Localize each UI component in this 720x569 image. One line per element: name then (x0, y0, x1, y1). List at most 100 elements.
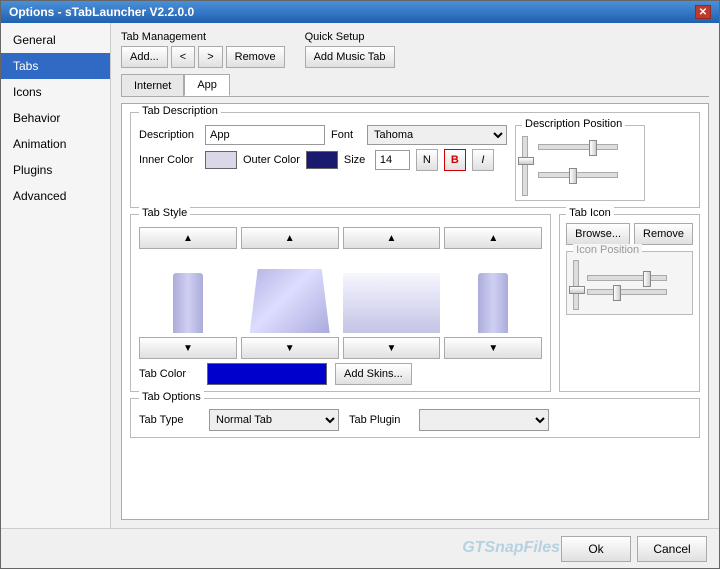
sidebar-item-tabs[interactable]: Tabs (1, 53, 110, 79)
tab-app[interactable]: App (184, 74, 230, 96)
size-input[interactable] (375, 150, 410, 170)
sidebar-item-behavior[interactable]: Behavior (1, 105, 110, 131)
add-button[interactable]: Add... (121, 46, 168, 68)
sidebar-item-plugins[interactable]: Plugins (1, 157, 110, 183)
remove-button[interactable]: Remove (226, 46, 285, 68)
next-button[interactable]: > (198, 46, 222, 68)
h-slider-bottom-thumb (569, 168, 577, 184)
icon-h-slider-bottom[interactable] (587, 289, 667, 295)
h-slider-top-thumb (589, 140, 597, 156)
quick-setup-buttons: Add Music Tab (305, 46, 395, 68)
style-down-3[interactable] (343, 337, 441, 359)
inner-color-picker[interactable] (205, 151, 237, 169)
content-area: Tab Management Add... < > Remove Quick S… (111, 23, 719, 528)
bold-style-button[interactable]: B (444, 149, 466, 171)
quick-setup-group: Quick Setup Add Music Tab (305, 31, 395, 68)
icon-h-slider-top[interactable] (587, 275, 667, 281)
main-area: General Tabs Icons Behavior Animation Pl… (1, 23, 719, 528)
normal-style-button[interactable]: N (416, 149, 438, 171)
style-up-2[interactable] (241, 227, 339, 249)
cancel-button[interactable]: Cancel (637, 536, 707, 562)
horizontal-slider-bottom[interactable] (538, 172, 618, 178)
style-icon-row: Tab Style (130, 214, 700, 392)
icon-position-box: Icon Position (566, 251, 693, 315)
style-up-1[interactable] (139, 227, 237, 249)
tab-shape-narrow-left (173, 273, 203, 333)
tab-description-section: Tab Description Description Font Tahoma … (130, 112, 700, 208)
color-row: Inner Color Outer Color Size N B I (139, 149, 507, 171)
tab-style-title: Tab Style (139, 207, 190, 219)
tab-preview-3 (343, 253, 441, 333)
tab-description-title: Tab Description (139, 105, 221, 117)
tab-type-select[interactable]: Normal Tab (209, 409, 339, 431)
title-bar: Options - sTabLauncher V2.2.0.0 ✕ (1, 1, 719, 23)
tab-plugin-label: Tab Plugin (349, 414, 409, 426)
sidebar-item-icons[interactable]: Icons (1, 79, 110, 105)
tab-style-section: Tab Style (130, 214, 551, 392)
tab-color-picker[interactable] (207, 363, 327, 385)
icon-sliders-area (573, 256, 686, 310)
app-panel: Tab Description Description Font Tahoma … (121, 103, 709, 520)
main-window: Options - sTabLauncher V2.2.0.0 ✕ Genera… (0, 0, 720, 569)
tab-shape-wide-center (250, 253, 330, 333)
font-select[interactable]: Tahoma Arial Segoe UI (367, 125, 507, 145)
tab-preview-2 (241, 253, 339, 333)
style-down-4[interactable] (444, 337, 542, 359)
h-sliders (538, 136, 618, 196)
sidebar-item-general[interactable]: General (1, 27, 110, 53)
prev-button[interactable]: < (171, 46, 195, 68)
style-down-1[interactable] (139, 337, 237, 359)
desc-label: Description (139, 129, 199, 141)
icon-buttons: Browse... Remove (566, 223, 693, 245)
font-label: Font (331, 129, 361, 141)
tab-color-label: Tab Color (139, 368, 199, 380)
tab-preview-1 (139, 253, 237, 333)
italic-style-button[interactable]: I (472, 149, 494, 171)
tab-options-row: Tab Type Normal Tab Tab Plugin (139, 405, 691, 431)
tab-options-section: Tab Options Tab Type Normal Tab Tab Plug… (130, 398, 700, 438)
style-down-2[interactable] (241, 337, 339, 359)
tab-management-label: Tab Management (121, 31, 285, 43)
desc-position-title: Description Position (522, 118, 625, 130)
add-music-tab-button[interactable]: Add Music Tab (305, 46, 395, 68)
outer-color-picker[interactable] (306, 151, 338, 169)
tab-preview-4 (444, 253, 542, 333)
close-button[interactable]: ✕ (695, 5, 711, 19)
style-up-4[interactable] (444, 227, 542, 249)
outer-color-label: Outer Color (243, 154, 300, 166)
icon-position-title: Icon Position (573, 244, 642, 256)
desc-position-sliders (522, 130, 638, 196)
tab-internet[interactable]: Internet (121, 74, 184, 96)
desc-position-box: Description Position (515, 125, 645, 201)
icon-h-thumb-bottom (613, 285, 621, 301)
icon-h-thumb-top (643, 271, 651, 287)
remove-icon-button[interactable]: Remove (634, 223, 693, 245)
style-up-3[interactable] (343, 227, 441, 249)
icon-v-thumb (569, 286, 585, 294)
tab-plugin-select[interactable] (419, 409, 549, 431)
desc-input[interactable] (205, 125, 325, 145)
ok-button[interactable]: Ok (561, 536, 631, 562)
browse-icon-button[interactable]: Browse... (566, 223, 630, 245)
tab-style-content: Tab Color Add Skins... (139, 221, 542, 385)
tab-preview-row (139, 253, 542, 333)
vertical-slider-col (522, 136, 528, 196)
window-title: Options - sTabLauncher V2.2.0.0 (9, 5, 194, 19)
up-arrows-row (139, 227, 542, 249)
tab-options-title: Tab Options (139, 391, 204, 403)
tab-management-buttons: Add... < > Remove (121, 46, 285, 68)
add-skins-button[interactable]: Add Skins... (335, 363, 412, 385)
quick-setup-label: Quick Setup (305, 31, 395, 43)
icon-v-slider-col (573, 260, 579, 310)
vertical-slider-track[interactable] (522, 136, 528, 196)
sidebar-item-advanced[interactable]: Advanced (1, 183, 110, 209)
tab-color-row: Tab Color Add Skins... (139, 363, 542, 385)
horizontal-slider-top[interactable] (538, 144, 618, 150)
sidebar-item-animation[interactable]: Animation (1, 131, 110, 157)
sidebar: General Tabs Icons Behavior Animation Pl… (1, 23, 111, 528)
tab-icon-section: Tab Icon Browse... Remove Icon Position (559, 214, 700, 392)
desc-row: Description Font Tahoma Arial Segoe UI (139, 125, 507, 145)
down-arrows-row (139, 337, 542, 359)
tab-management-group: Tab Management Add... < > Remove (121, 31, 285, 68)
icon-v-slider[interactable] (573, 260, 579, 310)
